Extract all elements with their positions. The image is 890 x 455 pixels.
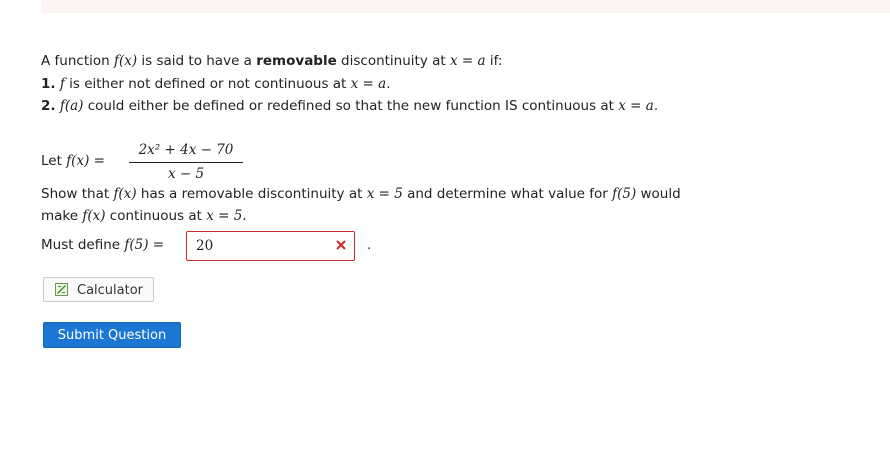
fraction-denominator: x − 5 (167, 166, 205, 182)
condition-2: 2. f(a) could either be defined or redef… (41, 97, 658, 115)
answer-equals: = (152, 237, 165, 253)
task-f5: f(5) (612, 186, 637, 202)
intro-line: A function f(x) is said to have a remova… (41, 52, 502, 70)
task-line-1: Show that f(x) has a removable discontin… (41, 185, 681, 203)
intro-after-bold: discontinuity at (336, 53, 450, 69)
calculator-label: Calculator (77, 283, 144, 298)
fraction-numerator: 2x² + 4x − 70 (138, 142, 234, 158)
fx-equals: f(x) = (66, 153, 105, 169)
intro-bold-word: removable (256, 53, 337, 69)
calculator-button[interactable]: Calculator (43, 277, 154, 302)
submit-question-button[interactable]: Submit Question (43, 322, 181, 348)
task-text: has a removable discontinuity at (136, 186, 367, 202)
intro-prefix: A function (41, 53, 114, 69)
let-label: Let f(x) = (41, 153, 105, 169)
x-mark-icon (336, 240, 346, 250)
intro-x-eq-a: x = a (449, 53, 486, 69)
intro-suffix: if: (485, 53, 503, 69)
answer-label: Must define f(5) = (41, 237, 164, 253)
condition-number: 2. (41, 98, 56, 114)
task-fx: f(x) (82, 208, 106, 224)
task-text: make (41, 208, 83, 224)
let-word: Let (41, 153, 67, 169)
condition-fa: f(a) (59, 98, 84, 114)
answer-row: Must define f(5) = 20 . (41, 231, 441, 261)
intro-fx: f(x) (113, 53, 138, 69)
function-definition: Let f(x) = 2x² + 4x − 70 x − 5 (41, 141, 441, 183)
condition-number: 1. (41, 76, 56, 92)
condition-math: x = a (350, 76, 387, 92)
submit-label: Submit Question (57, 328, 167, 343)
task-text: Show that (41, 186, 114, 202)
task-math: x = 5 (366, 186, 403, 202)
rational-function-fraction: 2x² + 4x − 70 x − 5 (129, 141, 243, 184)
intro-middle: is said to have a (137, 53, 257, 69)
task-fx: f(x) (113, 186, 137, 202)
condition-text: is either not defined or not continuous … (64, 76, 351, 92)
task-line-2: make f(x) continuous at x = 5. (41, 207, 247, 225)
task-math: x = 5. (206, 208, 247, 224)
task-text: would (636, 186, 681, 202)
answer-trailing-period: . (367, 237, 372, 253)
condition-end: . (653, 98, 659, 114)
calculator-icon (55, 283, 68, 296)
answer-input[interactable]: 20 (186, 231, 355, 261)
task-text: continuous at (105, 208, 207, 224)
fraction-bar (129, 162, 243, 163)
condition-math: x = a (618, 98, 654, 114)
task-text: and determine what value for (402, 186, 613, 202)
answer-value: 20 (196, 238, 214, 254)
condition-1: 1. f is either not defined or not contin… (41, 75, 391, 93)
condition-end: . (386, 76, 391, 92)
condition-text: could either be defined or redefined so … (83, 98, 619, 114)
top-banner-strip (41, 0, 890, 13)
answer-label-text: Must define (41, 237, 125, 253)
answer-f5: f(5) (124, 237, 149, 253)
